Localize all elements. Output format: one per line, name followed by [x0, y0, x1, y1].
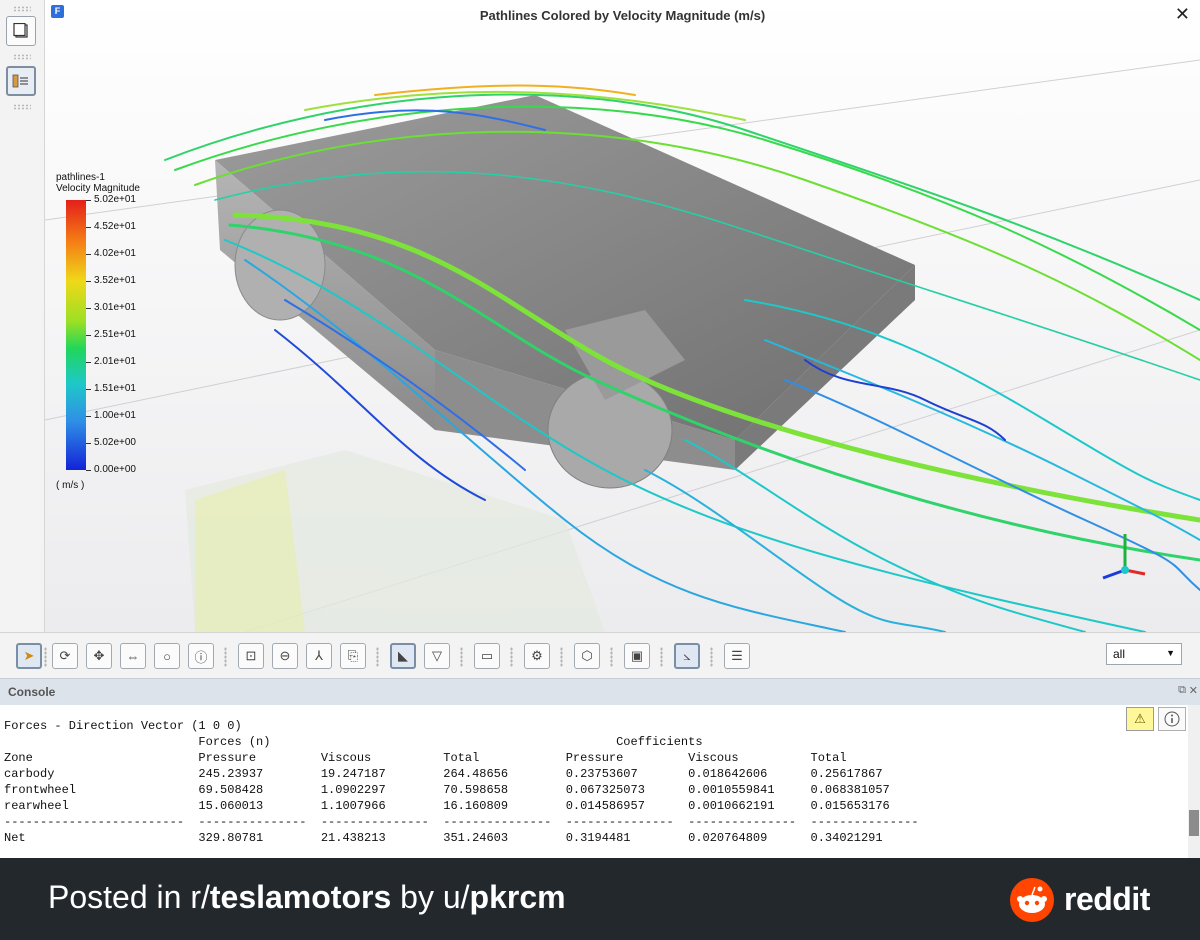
info-icon[interactable]: [1158, 707, 1186, 731]
zoom-to-area-icon[interactable]: ⊖: [272, 643, 298, 669]
window-toggle-icon[interactable]: [6, 16, 36, 46]
selection-filter-value: all: [1113, 647, 1126, 661]
graphics-viewport[interactable]: F Pathlines Colored by Velocity Magnitud…: [45, 0, 1200, 632]
colorbar-tick: [86, 335, 91, 336]
legend-unit: ( m/s ): [56, 480, 85, 491]
viewport-title: Pathlines Colored by Velocity Magnitude …: [479, 8, 766, 23]
username[interactable]: pkrcm: [470, 879, 566, 915]
reddit-wordmark: reddit: [1064, 881, 1150, 917]
axes-triad: [1102, 534, 1146, 580]
zoom-in-out-icon[interactable]: ⇔: [120, 643, 146, 669]
subreddit-name[interactable]: teslamotors: [210, 879, 391, 915]
shading-icon[interactable]: ▽: [424, 643, 450, 669]
isometric-view-icon[interactable]: ⬡: [574, 643, 600, 669]
toolbar-separator: [610, 647, 613, 667]
post-attribution: Posted in r/teslamotors by u/pkrcm: [48, 879, 566, 916]
console-line: Net 329.80781 21.438213 351.24603 0.3194…: [4, 831, 883, 845]
view-save-icon[interactable]: ⎘: [340, 643, 366, 669]
toolbar-separator: [460, 647, 463, 667]
colorbar-tick: [86, 362, 91, 363]
console-title: Console: [8, 685, 56, 699]
console-scrollbar[interactable]: [1188, 705, 1200, 858]
console-output[interactable]: Forces - Direction Vector (1 0 0) Forces…: [0, 705, 1188, 858]
attribution-middle: by u/: [391, 879, 470, 915]
colorbar-tick-label: 1.00e+01: [94, 410, 136, 421]
scrollbar-thumb[interactable]: [1189, 810, 1199, 836]
colorbar-tick: [86, 416, 91, 417]
colorbar-tick-label: 1.51e+01: [94, 383, 136, 394]
probe-info-icon[interactable]: ⓘ: [188, 643, 214, 669]
select-arrow-icon[interactable]: ➤: [16, 643, 42, 669]
colorbar-tick-label: 3.01e+01: [94, 302, 136, 313]
colorbar-tick: [86, 443, 91, 444]
console-line: Forces - Direction Vector (1 0 0): [4, 719, 242, 733]
grip-handle[interactable]: [13, 54, 31, 60]
toolbar-separator: [710, 647, 713, 667]
console-line: carbody 245.23937 19.247187 264.48656 0.…: [4, 767, 883, 781]
colorbar-tick-label: 4.52e+01: [94, 221, 136, 232]
view-layout-icon[interactable]: ▣: [624, 643, 650, 669]
colorbar-tick: [86, 254, 91, 255]
colorbar-tick-label: 2.51e+01: [94, 329, 136, 340]
warning-icon[interactable]: ⚠: [1126, 707, 1154, 731]
colorbar-tick: [86, 281, 91, 282]
legend-quantity: Velocity Magnitude: [56, 183, 140, 194]
grip-handle[interactable]: [13, 6, 31, 12]
colorbar-tick: [86, 227, 91, 228]
toolbar-separator: [44, 647, 47, 667]
toolbar-separator: [560, 647, 563, 667]
colorbar: [66, 200, 86, 470]
toolbar-separator: [660, 647, 663, 667]
colorbar-tick: [86, 308, 91, 309]
close-icon[interactable]: ✕: [1175, 4, 1190, 25]
chevron-down-icon: ▼: [1166, 648, 1175, 658]
toolbar-separator: [510, 647, 513, 667]
colorbar-tick: [86, 389, 91, 390]
console-line: Zone Pressure Viscous Total Pressure Vis…: [4, 751, 847, 765]
console-line: ------------------------- --------------…: [4, 815, 919, 829]
ruler-icon[interactable]: ▭: [474, 643, 500, 669]
camera-settings-icon[interactable]: ⚙: [524, 643, 550, 669]
console-header: Console ⧉ ✕: [0, 678, 1200, 706]
maximize-icon[interactable]: ⧉: [1178, 684, 1186, 697]
lighting-icon[interactable]: ◣: [390, 643, 416, 669]
legend-name: pathlines-1: [56, 172, 105, 183]
colorbar-tick-label: 4.02e+01: [94, 248, 136, 259]
zoom-fit-icon[interactable]: ⊡: [238, 643, 264, 669]
colorbar-tick-label: 5.02e+01: [94, 194, 136, 205]
colorbar-tick-label: 5.02e+00: [94, 437, 136, 448]
zoom-icon[interactable]: ○: [154, 643, 180, 669]
notes-icon[interactable]: ☰: [724, 643, 750, 669]
legend-panel-icon[interactable]: [6, 66, 36, 96]
rotate-icon[interactable]: ⟳: [52, 643, 78, 669]
console-line: frontwheel 69.508428 1.0902297 70.598658…: [4, 783, 890, 797]
toolbar-separator: [224, 647, 227, 667]
toolbar-separator: [376, 647, 379, 667]
graphics-toolbar: ➤ ⟳ ✥ ⇔ ○ ⓘ ⊡ ⊖ ⅄ ⎘ ◣ ▽ ▭ ⚙ ⬡ ▣ ⦣ ☰: [0, 632, 1200, 679]
console-line: rearwheel 15.060013 1.1007966 16.160809 …: [4, 799, 890, 813]
grip-handle[interactable]: [13, 104, 31, 110]
left-toolbar: [0, 0, 45, 632]
attribution-prefix: Posted in r/: [48, 879, 210, 915]
colorbar-tick: [86, 200, 91, 201]
axes-orient-icon[interactable]: ⅄: [306, 643, 332, 669]
colorbar-tick-label: 2.01e+01: [94, 356, 136, 367]
reddit-logo-icon: [1010, 878, 1054, 922]
colorbar-tick: [86, 470, 91, 471]
colorbar-tick-label: 0.00e+00: [94, 464, 136, 475]
colorbar-tick-label: 3.52e+01: [94, 275, 136, 286]
pan-icon[interactable]: ✥: [86, 643, 112, 669]
axes-toggle-icon[interactable]: ⦣: [674, 643, 700, 669]
cfd-scene: [45, 59, 1200, 632]
selection-filter-dropdown[interactable]: all ▼: [1106, 643, 1182, 665]
close-panel-icon[interactable]: ✕: [1189, 684, 1198, 697]
console-line: Forces (n) Coefficients: [4, 735, 703, 749]
